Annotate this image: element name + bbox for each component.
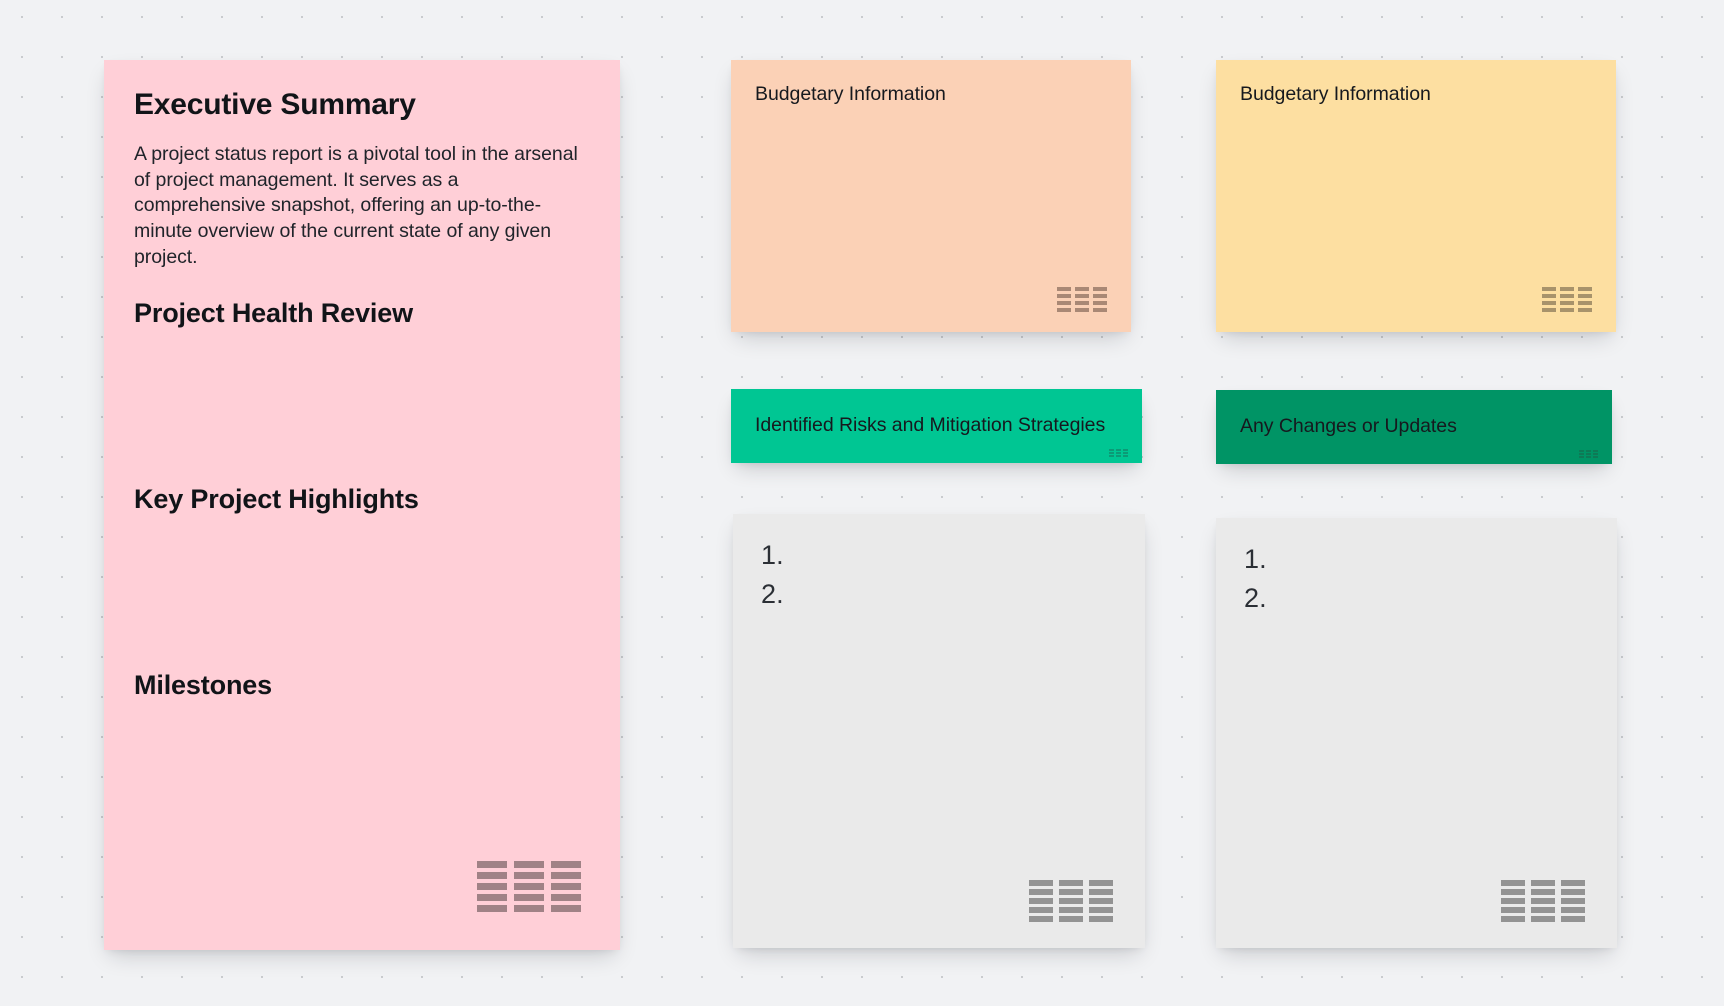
grip-column: [1089, 880, 1113, 922]
card-title: Identified Risks and Mitigation Strategi…: [755, 414, 1106, 437]
section-heading-project-health-review: Project Health Review: [134, 298, 413, 329]
grip-column: [1560, 287, 1574, 312]
grip-column: [1123, 449, 1128, 457]
grip-column: [1059, 880, 1083, 922]
card-any-changes-or-updates[interactable]: Any Changes or Updates: [1216, 390, 1612, 464]
grip-column: [1561, 880, 1585, 922]
grip-column: [1029, 880, 1053, 922]
resize-grip-icon[interactable]: [1542, 287, 1592, 312]
resize-grip-icon[interactable]: [477, 861, 581, 912]
section-heading-key-project-highlights: Key Project Highlights: [134, 484, 419, 515]
card-budgetary-information-peach[interactable]: Budgetary Information: [731, 60, 1131, 332]
grip-column: [1075, 287, 1089, 312]
resize-grip-icon[interactable]: [1029, 880, 1113, 922]
numbered-list: 1. 2.: [1244, 540, 1589, 618]
grip-column: [1116, 449, 1121, 457]
executive-summary-paragraph: A project status report is a pivotal too…: [134, 142, 578, 269]
grip-column: [1501, 880, 1525, 922]
grip-column: [1109, 449, 1114, 457]
numbered-list: 1. 2.: [761, 536, 1117, 614]
card-identified-risks[interactable]: Identified Risks and Mitigation Strategi…: [731, 389, 1142, 463]
grip-column: [551, 861, 581, 912]
grip-column: [1578, 287, 1592, 312]
resize-grip-icon[interactable]: [1501, 880, 1585, 922]
list-item[interactable]: 1.: [761, 536, 1117, 575]
card-title: Budgetary Information: [755, 83, 946, 105]
executive-summary-heading: Executive Summary: [134, 88, 416, 121]
card-changes-list[interactable]: 1. 2.: [1216, 518, 1617, 948]
grip-column: [1593, 450, 1598, 458]
card-risks-list[interactable]: 1. 2.: [733, 514, 1145, 948]
grip-column: [1057, 287, 1071, 312]
resize-grip-icon[interactable]: [1579, 450, 1598, 458]
grip-column: [1542, 287, 1556, 312]
section-heading-milestones: Milestones: [134, 670, 273, 701]
resize-grip-icon[interactable]: [1057, 287, 1107, 312]
grip-column: [514, 861, 544, 912]
card-budgetary-information-yellow[interactable]: Budgetary Information: [1216, 60, 1616, 332]
list-item[interactable]: 2.: [761, 575, 1117, 614]
grip-column: [1093, 287, 1107, 312]
card-executive-summary[interactable]: Executive Summary A project status repor…: [104, 60, 620, 950]
grip-column: [1579, 450, 1584, 458]
grip-column: [477, 861, 507, 912]
grip-column: [1586, 450, 1591, 458]
list-item[interactable]: 2.: [1244, 579, 1589, 618]
card-title: Budgetary Information: [1240, 83, 1431, 105]
list-item[interactable]: 1.: [1244, 540, 1589, 579]
card-title: Any Changes or Updates: [1240, 415, 1457, 438]
board-canvas[interactable]: Executive Summary A project status repor…: [0, 0, 1724, 1006]
grip-column: [1531, 880, 1555, 922]
resize-grip-icon[interactable]: [1109, 449, 1128, 457]
